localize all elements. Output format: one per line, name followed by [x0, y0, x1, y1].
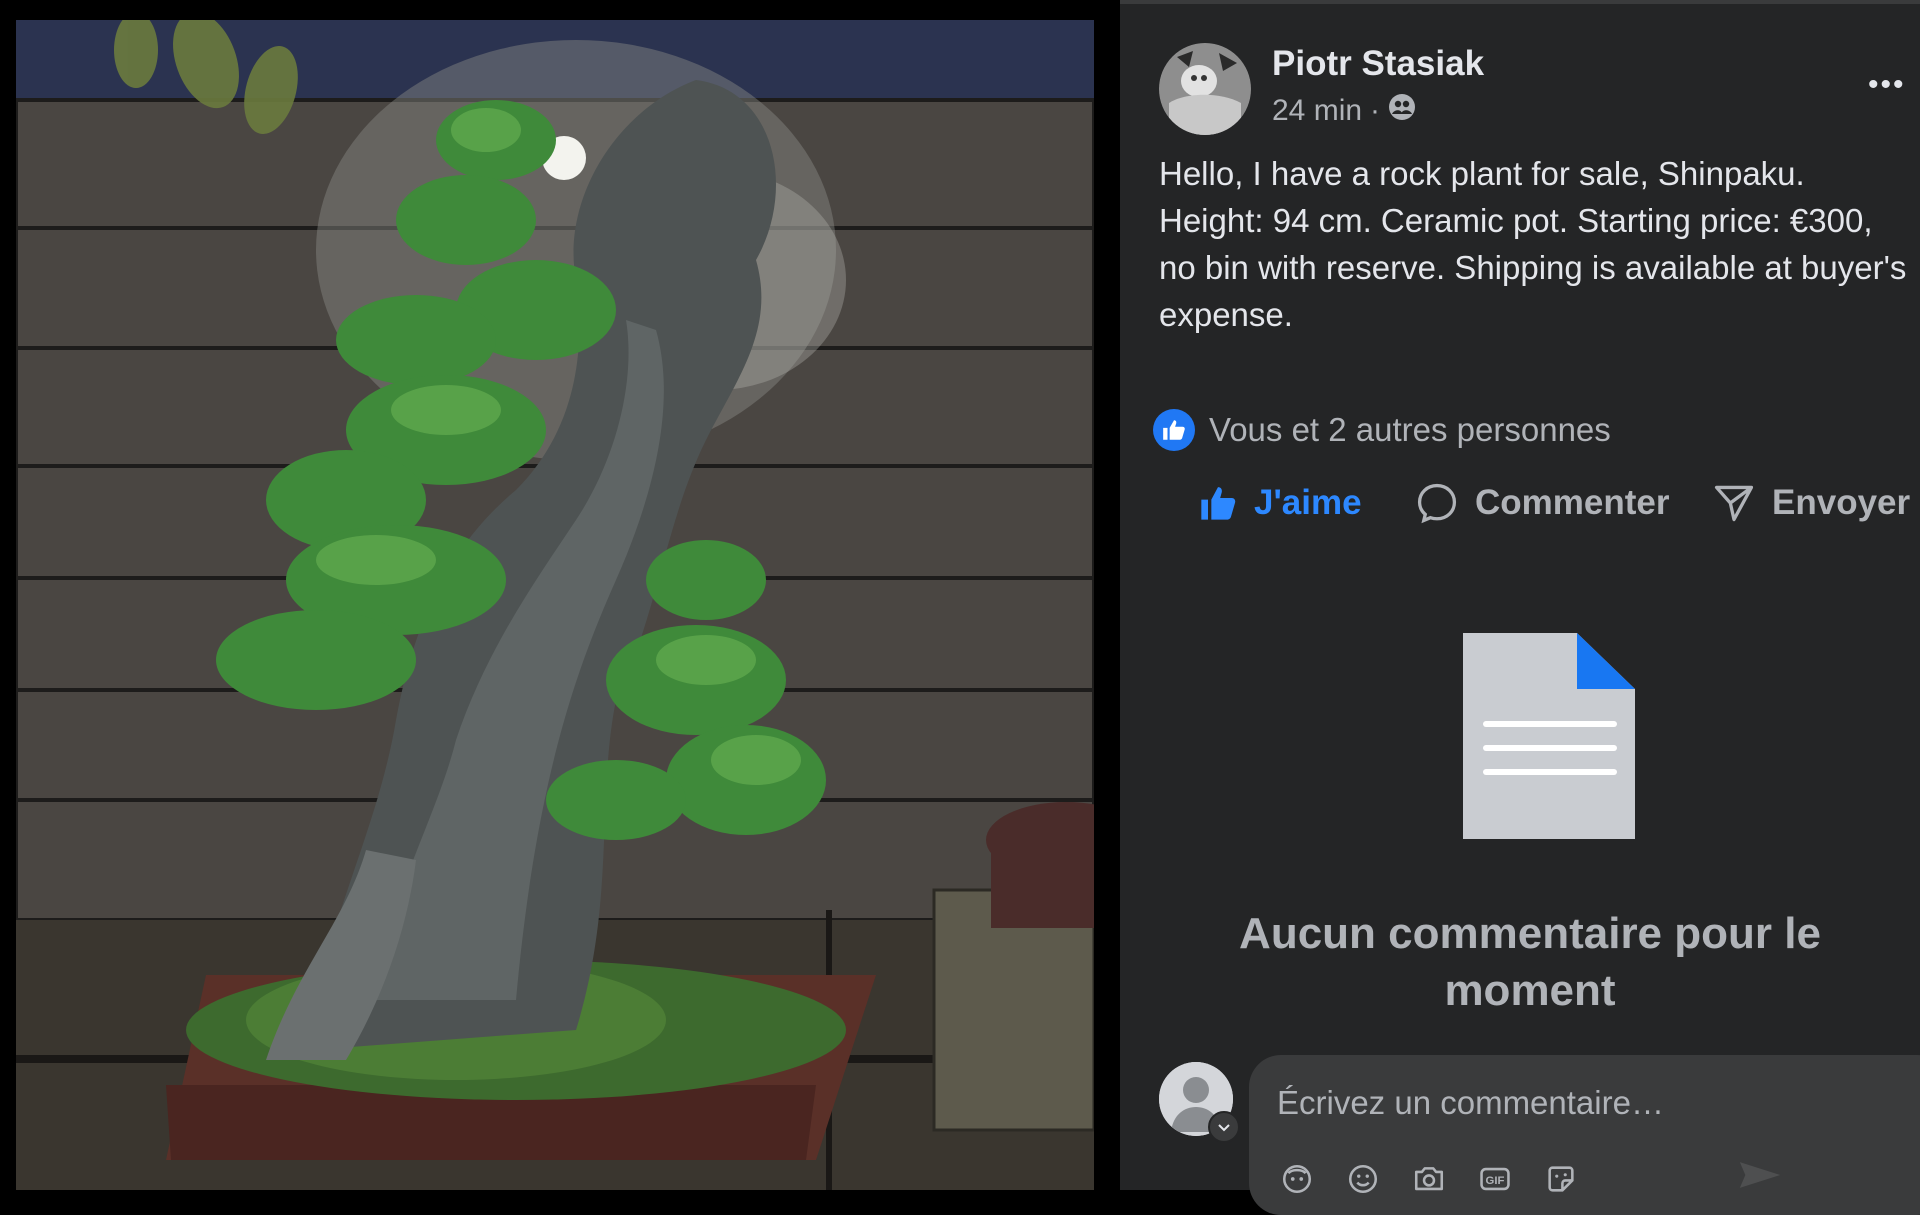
empty-comments-document-icon	[1463, 633, 1635, 844]
friends-icon[interactable]	[1388, 93, 1416, 129]
comment-composer: GIF	[1249, 1055, 1920, 1215]
gif-svg: GIF	[1480, 1167, 1510, 1191]
comment-label: Commenter	[1475, 483, 1670, 522]
chevron-down-icon	[1218, 1124, 1230, 1132]
comment-input[interactable]	[1275, 1079, 1899, 1127]
sticker-icon[interactable]	[1543, 1161, 1579, 1197]
emoji-svg	[1348, 1164, 1378, 1194]
avatar-sticker-svg	[1282, 1164, 1312, 1194]
send-comment-icon	[1739, 1162, 1781, 1188]
like-button[interactable]: J'aime	[1198, 483, 1362, 523]
send-arrow-icon	[1714, 485, 1754, 522]
avatar-image-icon	[1159, 43, 1251, 135]
like-reaction-icon	[1153, 409, 1195, 451]
post-time[interactable]: 24 min	[1272, 94, 1362, 128]
gif-label: GIF	[1486, 1175, 1505, 1187]
sticker-svg	[1548, 1166, 1574, 1192]
more-options-button[interactable]: •••	[1868, 70, 1906, 100]
camera-icon[interactable]	[1411, 1161, 1447, 1197]
comment-toolbar: GIF	[1279, 1161, 1579, 1197]
send-label: Envoyer	[1772, 483, 1911, 522]
bonsai-photo[interactable]	[16, 20, 1094, 1190]
account-switch-chevron-icon[interactable]	[1208, 1111, 1240, 1143]
empty-comments-title: Aucun commentaire pour le moment	[1239, 909, 1821, 1015]
comment-bubble-icon	[1417, 483, 1457, 524]
camera-svg	[1414, 1167, 1444, 1191]
reactions-text: Vous et 2 autres personnes	[1209, 411, 1611, 448]
friends-icon-svg	[1389, 94, 1416, 120]
post-meta: 24 min ·	[1272, 93, 1416, 129]
like-label: J'aime	[1254, 483, 1362, 522]
emoji-icon[interactable]	[1345, 1161, 1381, 1197]
author-name[interactable]: Piotr Stasiak	[1272, 44, 1484, 84]
post-panel: Piotr Stasiak 24 min · ••• Hello, I have…	[1120, 0, 1920, 1215]
photo-viewer	[0, 0, 1120, 1190]
bonsai-photo-illustration	[16, 20, 1094, 1190]
reactions-summary[interactable]: Vous et 2 autres personnes	[1153, 409, 1611, 451]
thumbs-up-icon	[1163, 420, 1185, 440]
divider	[1120, 0, 1920, 4]
post-text: Hello, I have a rock plant for sale, Shi…	[1159, 155, 1907, 333]
avatar-sticker-icon[interactable]	[1279, 1161, 1315, 1197]
document-icon	[1463, 633, 1635, 839]
gif-icon[interactable]: GIF	[1477, 1161, 1513, 1197]
comment-button[interactable]: Commenter	[1415, 481, 1669, 525]
thumbs-up-icon	[1201, 487, 1236, 520]
meta-separator: ·	[1370, 94, 1381, 127]
author-avatar[interactable]	[1159, 43, 1251, 135]
send-button[interactable]: Envoyer	[1712, 481, 1910, 525]
post-actions: J'aime Commenter Envoyer	[1120, 473, 1920, 533]
